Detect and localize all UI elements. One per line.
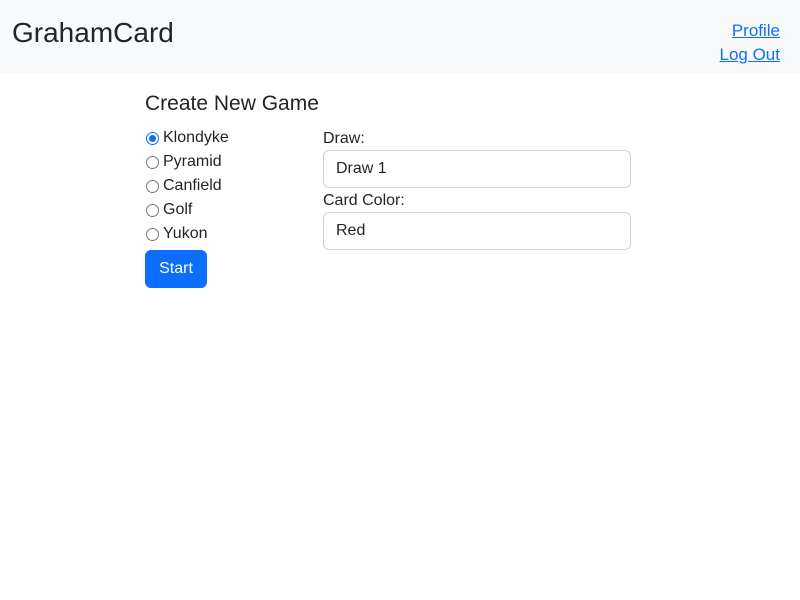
radio-option-yukon[interactable]: Yukon <box>145 222 229 246</box>
radio-button-icon[interactable] <box>146 227 159 241</box>
radio-button-icon[interactable] <box>146 155 159 169</box>
brand-logo[interactable]: GrahamCard <box>12 16 174 50</box>
game-type-radio-group: Klondyke Pyramid Canfield Golf Yukon <box>145 126 229 246</box>
start-button[interactable]: Start <box>145 250 207 288</box>
radio-label: Pyramid <box>163 153 222 170</box>
card-color-label: Card Color: <box>323 192 405 209</box>
radio-button-icon[interactable] <box>146 179 159 193</box>
navbar: GrahamCard Profile Log Out <box>0 0 800 73</box>
page-title: Create New Game <box>145 92 319 115</box>
radio-option-canfield[interactable]: Canfield <box>145 174 229 198</box>
card-color-select[interactable]: Red <box>323 212 631 250</box>
radio-label: Canfield <box>163 177 222 194</box>
draw-select[interactable]: Draw 1 <box>323 150 631 188</box>
radio-label: Yukon <box>163 225 208 242</box>
radio-button-icon[interactable] <box>146 203 159 217</box>
radio-option-golf[interactable]: Golf <box>145 198 229 222</box>
radio-option-klondyke[interactable]: Klondyke <box>145 126 229 150</box>
profile-link[interactable]: Profile <box>720 19 780 43</box>
radio-button-icon[interactable] <box>146 131 159 145</box>
nav-links: Profile Log Out <box>720 19 781 67</box>
draw-label: Draw: <box>323 130 365 147</box>
radio-label: Golf <box>163 201 193 218</box>
radio-label: Klondyke <box>163 129 229 146</box>
radio-option-pyramid[interactable]: Pyramid <box>145 150 229 174</box>
logout-link[interactable]: Log Out <box>720 43 781 67</box>
